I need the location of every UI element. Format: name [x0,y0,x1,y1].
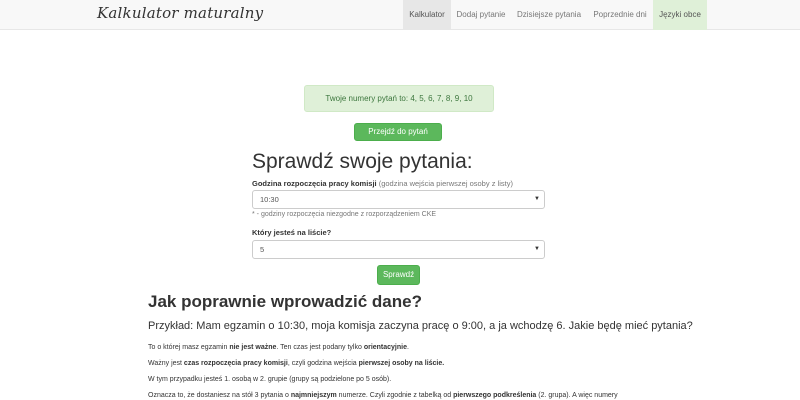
question-numbers-alert: Twoje numery pytań to: 4, 5, 6, 7, 8, 9,… [304,85,494,112]
help-heading: Jak poprawnie wprowadzić dane? [148,292,422,311]
start-time-hint: (godzina wejścia pierwszej osoby z listy… [378,179,513,188]
form-title: Sprawdź swoje pytania: [252,150,473,173]
nav-item-dzisiejsze-pytania[interactable]: Dzisiejsze pytania [511,0,587,30]
help-paragraph: Ważny jest czas rozpoczęcia pracy komisj… [148,360,445,367]
help-example: Przykład: Mam egzamin o 10:30, moja komi… [148,320,693,332]
help-paragraph: Oznacza to, że dostaniesz na stół 3 pyta… [148,392,618,399]
list-position-value: 5 [260,245,265,254]
brand-logo[interactable]: Kalkulator maturalny [97,4,263,22]
start-time-label-text: Godzina rozpoczęcia pracy komisji [252,179,377,188]
nav-item-kalkulator[interactable]: Kalkulator [403,0,451,30]
nav-item-jezyki-obce[interactable]: Języki obce [653,0,707,30]
go-to-questions-button[interactable]: Przejdź do pytań [354,123,442,141]
list-position-select[interactable]: 5 ▼ [252,240,545,259]
start-time-select[interactable]: 10:30 ▼ [252,190,545,209]
top-navbar: Kalkulator maturalny Kalkulator Dodaj py… [0,0,800,30]
list-position-label: Który jesteś na liście? [252,228,332,237]
start-time-value: 10:30 [260,195,279,204]
nav-item-dodaj-pytanie[interactable]: Dodaj pytanie [451,0,511,30]
nav-item-poprzednie-dni[interactable]: Poprzednie dni [587,0,653,30]
help-paragraph: To o której masz egzamin nie jest ważne.… [148,344,409,351]
help-paragraph: W tym przypadku jesteś 1. osobą w 2. gru… [148,376,392,383]
start-time-help: * - godziny rozpoczęcia niezgodne z rozp… [252,211,437,218]
chevron-down-icon: ▼ [534,246,540,252]
check-button[interactable]: Sprawdź [377,265,420,285]
start-time-label: Godzina rozpoczęcia pracy komisji (godzi… [252,179,513,188]
chevron-down-icon: ▼ [534,196,540,202]
